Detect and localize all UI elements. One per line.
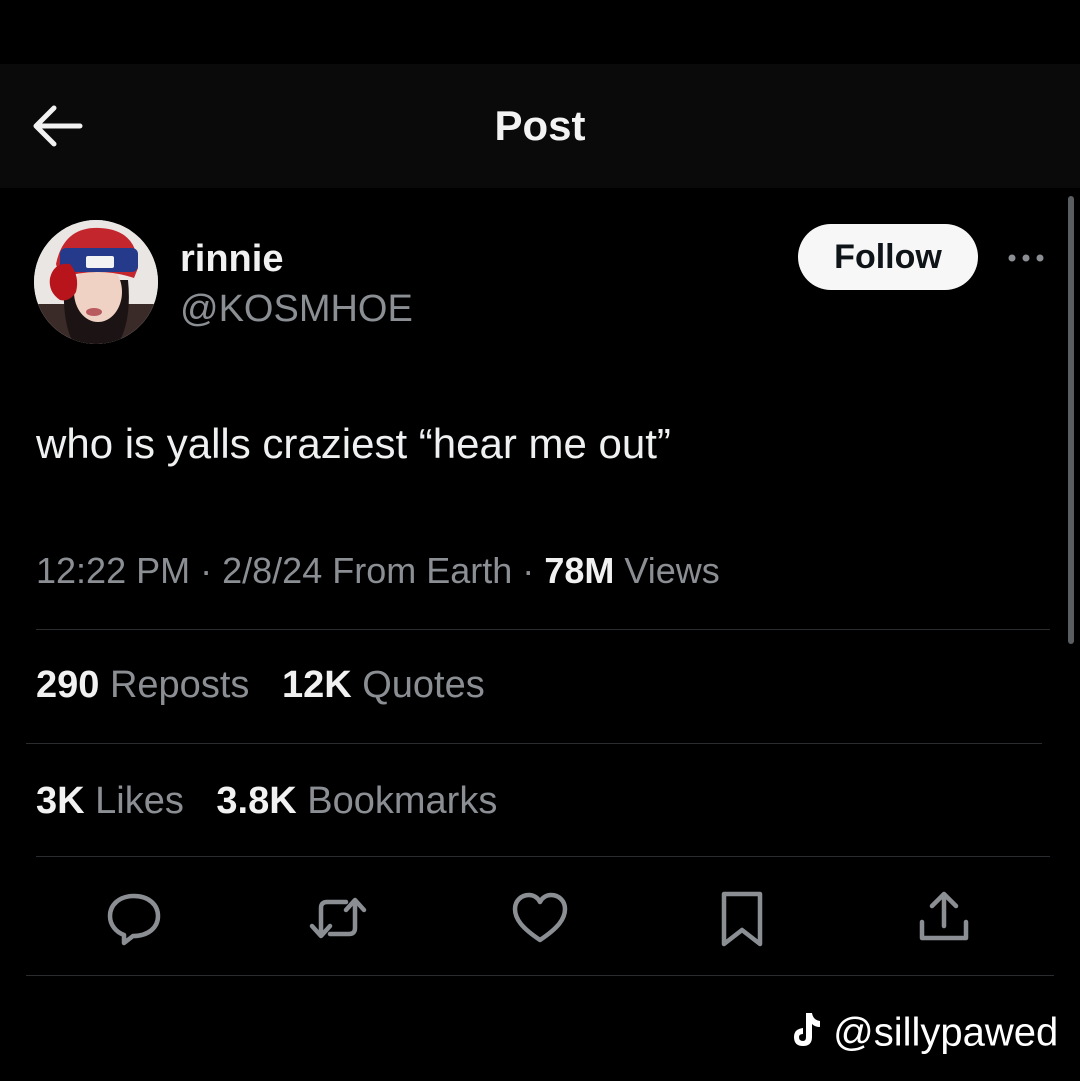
reposts-label: Reposts [109, 664, 250, 706]
like-button[interactable] [510, 888, 570, 948]
avatar[interactable] [34, 220, 158, 344]
reply-button[interactable] [104, 888, 164, 948]
follow-button[interactable]: Follow [798, 224, 978, 290]
bookmarks-count: 3.8K [216, 780, 297, 822]
more-dots-icon [1008, 254, 1044, 262]
tiktok-icon [790, 1010, 822, 1060]
scrollbar[interactable] [1068, 196, 1074, 644]
bookmarks-label: Bookmarks [307, 780, 498, 822]
views-count: 78M [544, 550, 615, 591]
reposts-count: 290 [36, 664, 100, 706]
repost-icon [309, 897, 367, 939]
divider [36, 629, 1050, 630]
engagement-row-reposts: 290 Reposts 12K Quotes [36, 664, 507, 707]
reposts-stat[interactable]: 290 Reposts [36, 664, 260, 706]
post-header: Post [0, 64, 1080, 188]
quotes-count: 12K [281, 664, 352, 706]
post-location: From Earth [332, 550, 513, 591]
avatar-photo [34, 220, 158, 344]
quotes-label: Quotes [362, 664, 485, 706]
post-text: who is yalls craziest “hear me out” [36, 420, 671, 467]
likes-stat[interactable]: 3K Likes [36, 780, 194, 822]
post-date[interactable]: 2/8/24 [222, 550, 322, 591]
user-handle[interactable]: @KOSMHOE [180, 288, 413, 331]
tiktok-watermark: @sillypawed [790, 1010, 1058, 1060]
top-band [0, 0, 1080, 64]
more-options-button[interactable] [1000, 238, 1052, 278]
bookmark-icon [721, 891, 763, 947]
divider [26, 975, 1054, 976]
heart-icon [512, 892, 568, 943]
meta-separator: · [522, 550, 535, 591]
repost-button[interactable] [308, 888, 368, 948]
share-icon [919, 891, 969, 941]
watermark-text: @sillypawed [833, 1010, 1059, 1055]
share-button[interactable] [914, 888, 974, 948]
bookmarks-stat[interactable]: 3.8K Bookmarks [216, 780, 497, 822]
display-name[interactable]: rinnie [180, 238, 283, 281]
likes-count: 3K [36, 780, 85, 822]
bookmark-button[interactable] [712, 888, 772, 948]
page-title: Post [494, 102, 586, 149]
post-meta: 12:22 PM · 2/8/24 From Earth · 78M Views [36, 550, 720, 592]
divider [36, 856, 1050, 857]
divider [26, 743, 1042, 744]
post-time[interactable]: 12:22 PM [36, 550, 190, 591]
likes-label: Likes [95, 780, 184, 822]
views-label: Views [624, 550, 720, 591]
engagement-row-likes: 3K Likes 3.8K Bookmarks [36, 780, 519, 823]
meta-separator: · [200, 550, 213, 591]
reply-icon [107, 893, 161, 946]
quotes-stat[interactable]: 12K Quotes [282, 664, 485, 706]
